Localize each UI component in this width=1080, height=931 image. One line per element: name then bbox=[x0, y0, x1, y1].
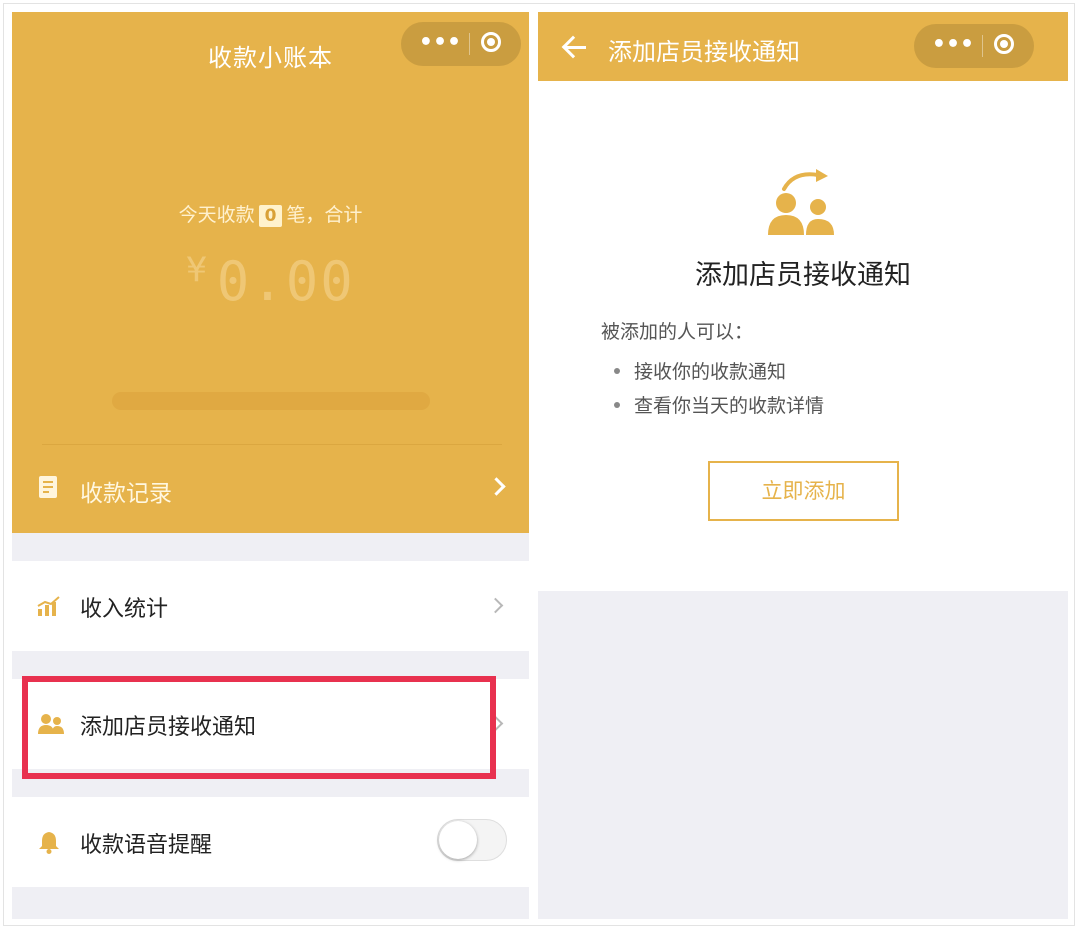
today-suffix: 笔，合计 bbox=[286, 204, 363, 226]
permission-item: 接收你的收款通知 bbox=[614, 357, 786, 384]
records-row[interactable]: 收款记录 bbox=[12, 462, 529, 518]
chevron-right-icon bbox=[487, 597, 504, 614]
progress-bar bbox=[112, 392, 430, 410]
menu-item-voice-alert: 收款语音提醒 bbox=[12, 797, 529, 887]
close-target-icon[interactable] bbox=[481, 32, 501, 52]
bullet-dot-icon bbox=[614, 401, 620, 408]
bar-chart-icon bbox=[37, 596, 60, 616]
records-label: 收款记录 bbox=[80, 481, 172, 507]
chevron-right-icon bbox=[487, 477, 506, 496]
add-now-button[interactable]: 立即添加 bbox=[708, 461, 899, 521]
today-prefix: 今天收款 bbox=[178, 204, 255, 226]
toggle-knob bbox=[439, 821, 477, 859]
close-target-icon[interactable] bbox=[994, 34, 1014, 54]
more-icon[interactable]: ••• bbox=[928, 32, 978, 60]
menu-item-income-stats[interactable]: 收入统计 bbox=[12, 561, 529, 651]
right-screen: 添加店员接收通知 ••• 添加店员接收通知 被添加的人可以： 接收你的收款通知 … bbox=[538, 12, 1068, 919]
left-screen: 收款小账本 ••• 今天收款 0 笔，合计 ¥0.00 收款记录 收入统计 添加… bbox=[12, 12, 529, 919]
menu-label-income-stats: 收入统计 bbox=[80, 597, 169, 622]
page-heading: 添加店员接收通知 bbox=[695, 260, 911, 291]
currency-symbol: ¥ bbox=[186, 250, 209, 290]
voice-alert-toggle[interactable] bbox=[437, 819, 507, 861]
permission-item: 查看你当天的收款详情 bbox=[614, 391, 824, 418]
highlight-box bbox=[22, 676, 496, 779]
today-summary: 今天收款 0 笔，合计 bbox=[12, 200, 529, 227]
hero-panel: 收款小账本 ••• 今天收款 0 笔，合计 ¥0.00 收款记录 bbox=[12, 12, 529, 533]
document-icon bbox=[39, 476, 57, 498]
back-arrow-icon[interactable] bbox=[561, 35, 588, 60]
capsule-menu: ••• bbox=[914, 24, 1034, 68]
nav-title: 添加店员接收通知 bbox=[608, 38, 800, 66]
add-people-icon bbox=[768, 169, 834, 235]
bullet-dot-icon bbox=[614, 367, 620, 374]
permission-text: 查看你当天的收款详情 bbox=[634, 395, 825, 417]
permission-text: 接收你的收款通知 bbox=[634, 361, 787, 383]
today-amount: ¥0.00 bbox=[12, 250, 529, 313]
capsule-menu: ••• bbox=[401, 22, 521, 66]
today-count-badge: 0 bbox=[258, 205, 283, 227]
divider bbox=[42, 444, 502, 445]
more-icon[interactable]: ••• bbox=[415, 30, 465, 58]
permissions-label: 被添加的人可以： bbox=[601, 321, 754, 343]
menu-label-voice-alert: 收款语音提醒 bbox=[80, 833, 213, 858]
bell-icon bbox=[39, 832, 59, 854]
capsule-divider bbox=[469, 33, 470, 55]
capsule-divider bbox=[982, 35, 983, 57]
nav-bar: 添加店员接收通知 ••• bbox=[538, 12, 1068, 81]
amount-value: 0.00 bbox=[216, 250, 355, 313]
content-panel: 添加店员接收通知 被添加的人可以： 接收你的收款通知 查看你当天的收款详情 立即… bbox=[538, 81, 1068, 591]
